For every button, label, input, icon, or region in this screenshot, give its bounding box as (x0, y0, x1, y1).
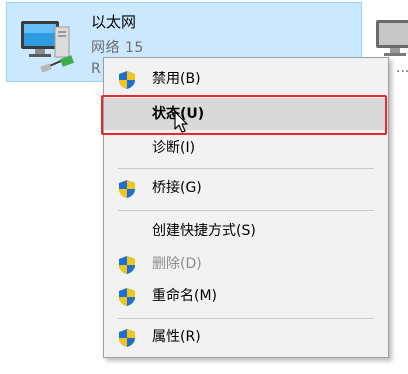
annotation-highlight-box (101, 95, 387, 135)
menu-separator (118, 210, 374, 211)
network-adapter-icon (21, 21, 75, 73)
uac-shield-icon (119, 288, 135, 306)
adapter-network-name: 网络 15 (91, 40, 144, 56)
menu-separator (118, 168, 374, 169)
uac-shield-icon (119, 329, 135, 347)
menu-item-label: 创建快捷方式(S) (152, 223, 256, 239)
uac-shield-icon (119, 71, 135, 89)
menu-item-label: 重命名(M) (152, 288, 218, 304)
menu-item-label: 禁用(B) (152, 71, 201, 87)
network-connections-view: 以太网 网络 15 R ... 禁用(B) 状态(U) (0, 0, 408, 374)
menu-item-disable[interactable]: 禁用(B) (104, 63, 388, 95)
menu-item-label: 桥接(G) (152, 180, 202, 196)
uac-shield-icon (119, 256, 135, 274)
menu-item-delete: 删除(D) (104, 248, 388, 280)
menu-item-rename[interactable]: 重命名(M) (104, 280, 388, 312)
menu-item-bridge[interactable]: 桥接(G) (104, 172, 388, 204)
menu-item-label: 删除(D) (152, 256, 202, 272)
menu-separator (118, 318, 374, 319)
menu-item-label: 属性(R) (152, 329, 201, 345)
menu-item-properties[interactable]: 属性(R) (104, 321, 388, 353)
mouse-cursor-icon (174, 111, 188, 133)
adapter-2-ellipsis: ... (396, 60, 408, 76)
menu-item-create-shortcut[interactable]: 创建快捷方式(S) (104, 215, 388, 247)
menu-item-label: 诊断(I) (152, 140, 196, 156)
adapter-device-name: R (91, 61, 101, 77)
menu-item-diagnose[interactable]: 诊断(I) (104, 132, 388, 164)
adapter-name: 以太网 (91, 13, 137, 31)
uac-shield-icon (119, 180, 135, 198)
